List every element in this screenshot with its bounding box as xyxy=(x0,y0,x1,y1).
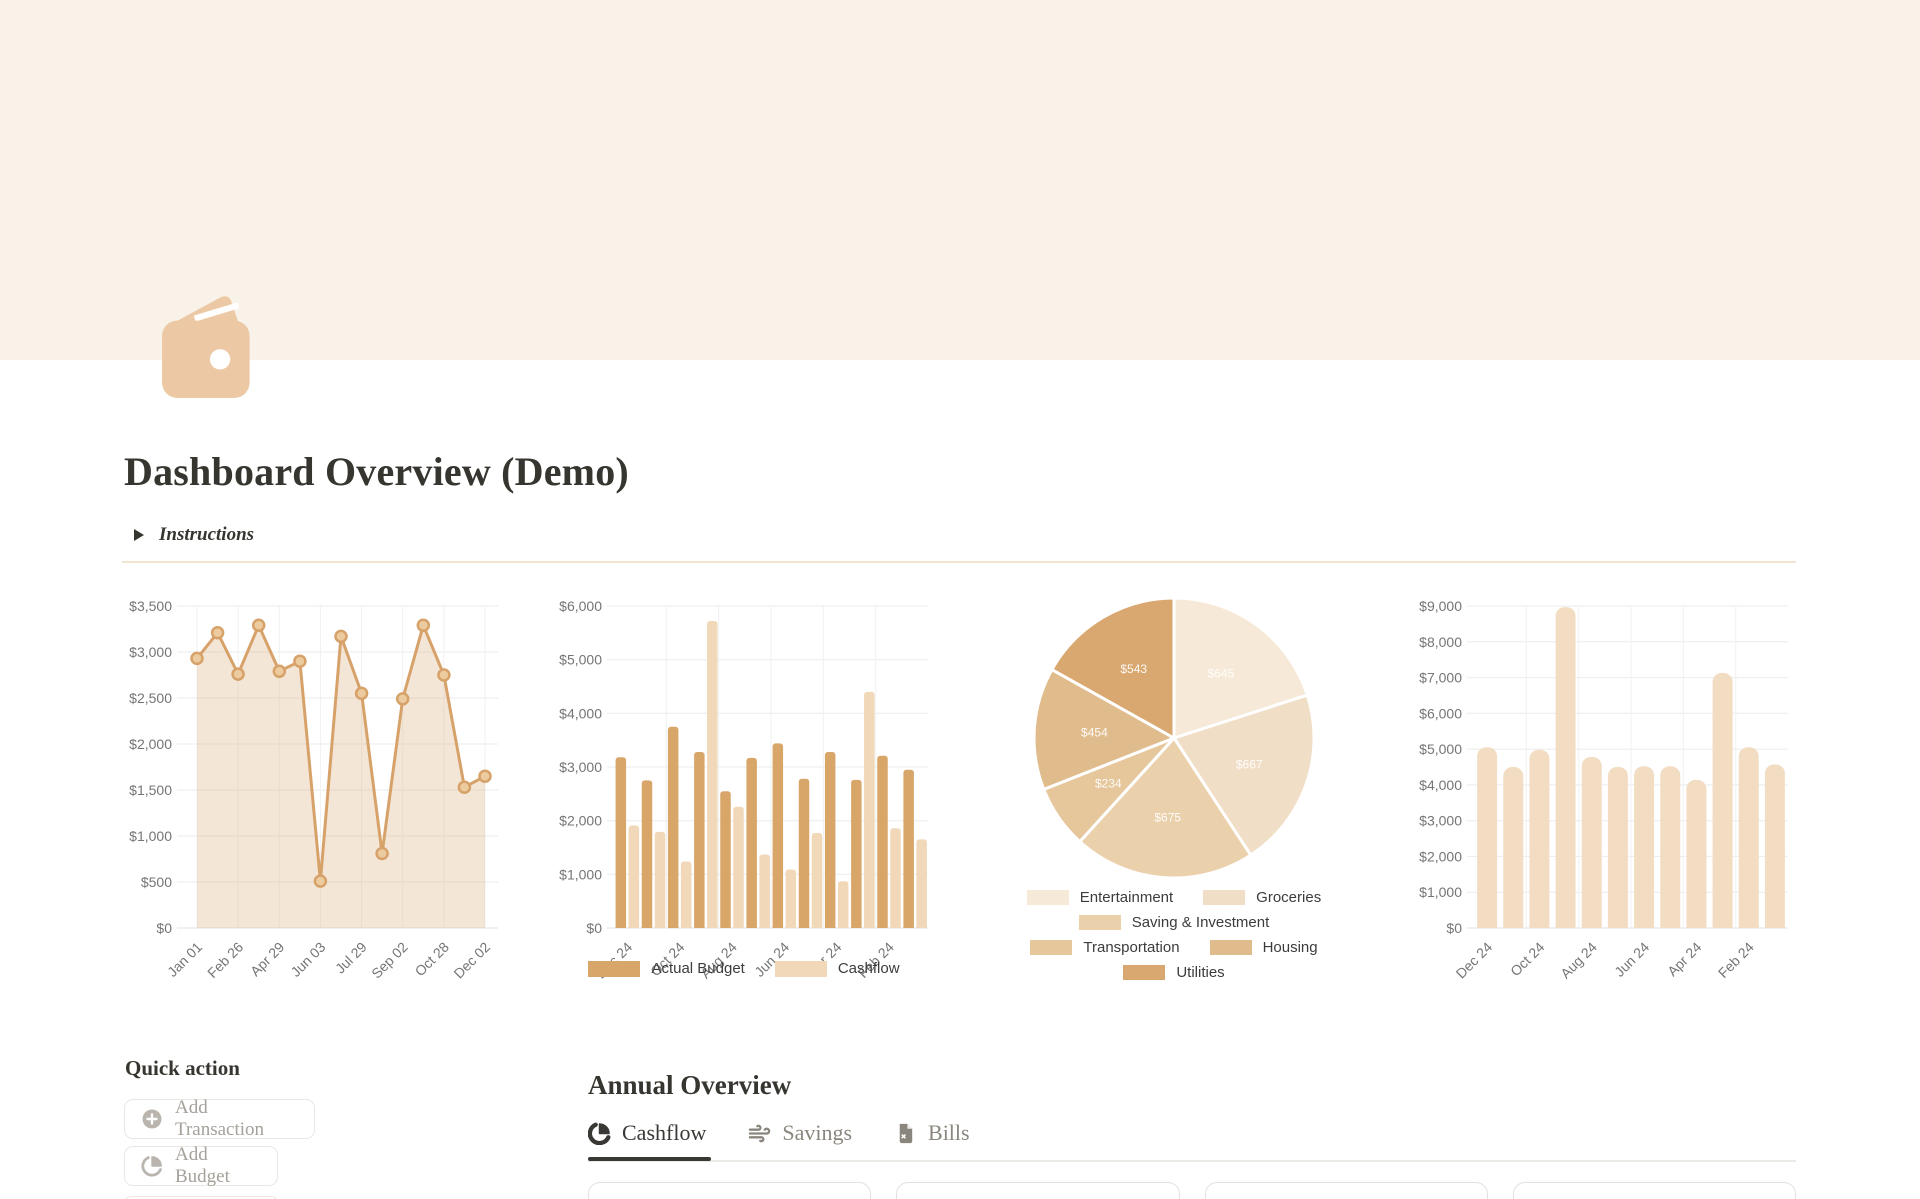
spending-category-pie-chart: $645 $667 $675 $234 $454 $543 EntertainmentGro… xyxy=(982,598,1366,1013)
divider xyxy=(122,561,1796,563)
tab-bar-border xyxy=(588,1160,1796,1162)
svg-text:$2,000: $2,000 xyxy=(559,813,602,829)
overview-card xyxy=(588,1182,871,1199)
svg-text:Apr 29: Apr 29 xyxy=(247,939,288,980)
svg-text:$9,000: $9,000 xyxy=(1419,598,1462,614)
svg-text:$3,000: $3,000 xyxy=(559,759,602,775)
svg-text:$1,000: $1,000 xyxy=(559,866,602,882)
active-tab-underline xyxy=(588,1157,711,1161)
svg-text:$667: $667 xyxy=(1236,758,1263,772)
add-budget-button[interactable]: Add Budget xyxy=(124,1146,278,1186)
svg-text:$454: $454 xyxy=(1081,726,1108,740)
svg-text:Jul 29: Jul 29 xyxy=(332,939,370,977)
tab-bills[interactable]: Bills xyxy=(894,1120,970,1146)
svg-text:Jan 01: Jan 01 xyxy=(164,939,205,980)
svg-text:$2,500: $2,500 xyxy=(129,690,172,706)
cashflow-trend-line-chart: $0 $500 $1,000 $1,500 $2,000 $2,500 $3,000 $3,5… xyxy=(122,598,506,1013)
svg-text:$3,000: $3,000 xyxy=(129,644,172,660)
instructions-toggle[interactable]: Instructions xyxy=(134,524,254,546)
add-transaction-button[interactable]: Add Transaction xyxy=(124,1099,315,1139)
svg-text:$6,000: $6,000 xyxy=(1419,705,1462,721)
chart-legend: Actual BudgetCashflow xyxy=(552,960,936,977)
svg-text:$1,500: $1,500 xyxy=(129,782,172,798)
annual-overview-tabs: Cashflow Savings Bills xyxy=(588,1120,970,1146)
overview-card xyxy=(1513,1182,1796,1199)
overview-card xyxy=(1205,1182,1488,1199)
cover-banner xyxy=(0,0,1920,360)
svg-text:$3,500: $3,500 xyxy=(129,598,172,614)
svg-text:$500: $500 xyxy=(141,874,172,890)
svg-text:$4,000: $4,000 xyxy=(1419,777,1462,793)
toggle-arrow-icon[interactable] xyxy=(134,529,144,541)
tab-bills-label: Bills xyxy=(928,1120,970,1146)
svg-text:$2,000: $2,000 xyxy=(129,736,172,752)
svg-text:$2,000: $2,000 xyxy=(1419,848,1462,864)
svg-text:Feb 26: Feb 26 xyxy=(204,939,246,981)
annual-overview-cards xyxy=(588,1182,1796,1199)
add-transaction-label: Add Transaction xyxy=(175,1097,298,1141)
svg-text:Jun 24: Jun 24 xyxy=(1611,939,1652,980)
tab-savings-label: Savings xyxy=(782,1120,852,1146)
quick-action-heading: Quick action xyxy=(125,1056,240,1081)
file-icon xyxy=(894,1122,917,1145)
tab-cashflow[interactable]: Cashflow xyxy=(588,1120,706,1146)
charts-row: $0 $500 $1,000 $1,500 $2,000 $2,500 $3,000 $3,5… xyxy=(122,598,1796,1013)
svg-text:$1,000: $1,000 xyxy=(1419,884,1462,900)
svg-text:$5,000: $5,000 xyxy=(559,652,602,668)
svg-text:Feb 24: Feb 24 xyxy=(1715,939,1757,981)
budget-vs-cashflow-bar-chart: $0$1,000$2,000$3,000$4,000$5,000$6,000De… xyxy=(552,598,936,1013)
svg-text:$4,000: $4,000 xyxy=(559,705,602,721)
page: Dashboard Overview (Demo) Instructions $… xyxy=(0,0,1920,1199)
pie-legend: EntertainmentGroceriesSaving & Investmen… xyxy=(982,889,1366,981)
svg-text:$7,000: $7,000 xyxy=(1419,670,1462,686)
wind-icon xyxy=(748,1122,771,1145)
add-budget-label: Add Budget xyxy=(175,1144,261,1188)
donut-chart-icon xyxy=(588,1122,611,1145)
svg-text:$0: $0 xyxy=(156,920,172,936)
svg-text:$6,000: $6,000 xyxy=(559,598,602,614)
svg-text:$0: $0 xyxy=(1446,920,1462,936)
overview-card xyxy=(896,1182,1179,1199)
svg-text:$0: $0 xyxy=(586,920,602,936)
svg-text:$645: $645 xyxy=(1208,667,1235,681)
monthly-income-bar-chart: $0 $1,000 $2,000 $3,000 $4,000 $5,000 $6,000 $7… xyxy=(1412,598,1796,1013)
svg-text:Dec 24: Dec 24 xyxy=(1453,939,1496,982)
svg-text:$675: $675 xyxy=(1154,811,1181,825)
svg-text:Dec 02: Dec 02 xyxy=(450,939,493,982)
instructions-label: Instructions xyxy=(159,524,254,546)
svg-text:$5,000: $5,000 xyxy=(1419,741,1462,757)
svg-text:Sep 02: Sep 02 xyxy=(368,939,411,982)
svg-text:Aug 24: Aug 24 xyxy=(1557,939,1600,982)
wallet-icon xyxy=(160,288,272,400)
svg-text:$234: $234 xyxy=(1095,776,1122,790)
pie-chart-icon xyxy=(141,1155,163,1177)
svg-text:Jun 03: Jun 03 xyxy=(287,939,328,980)
svg-text:$3,000: $3,000 xyxy=(1419,813,1462,829)
svg-text:Oct 24: Oct 24 xyxy=(1507,939,1548,980)
svg-text:$1,000: $1,000 xyxy=(129,828,172,844)
svg-text:Oct 28: Oct 28 xyxy=(412,939,453,980)
svg-text:$8,000: $8,000 xyxy=(1419,634,1462,650)
tab-savings[interactable]: Savings xyxy=(748,1120,852,1146)
tab-cashflow-label: Cashflow xyxy=(622,1120,706,1146)
plus-circle-icon xyxy=(141,1108,163,1130)
svg-text:$543: $543 xyxy=(1120,662,1147,676)
svg-text:Apr 24: Apr 24 xyxy=(1664,939,1705,980)
page-title: Dashboard Overview (Demo) xyxy=(124,448,629,495)
annual-overview-heading: Annual Overview xyxy=(588,1070,791,1101)
